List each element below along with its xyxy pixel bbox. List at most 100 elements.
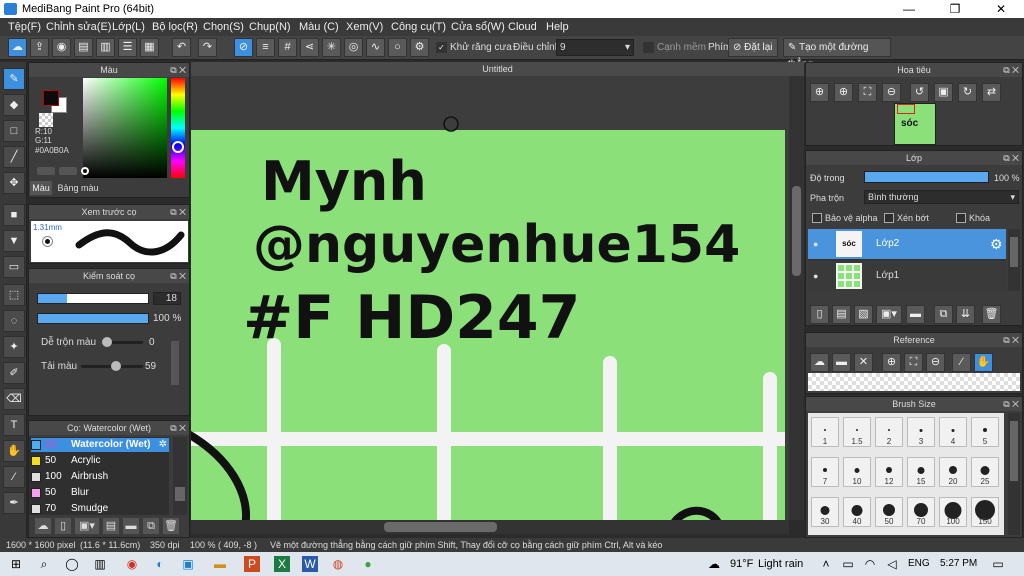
parallel-snap-icon[interactable]: ≡ (256, 38, 275, 57)
layer-row-lop1[interactable]: ● Lớp1 (808, 261, 1006, 291)
panel-buttons-icon[interactable]: ⧉ ✕ (1003, 151, 1019, 165)
brush-size-cell[interactable]: 1 (811, 417, 839, 447)
widgets-icon[interactable]: ▥ (92, 556, 108, 572)
curve-snap-icon[interactable]: ∿ (366, 38, 385, 57)
close-icon[interactable]: ✕ (854, 353, 873, 372)
layer-opacity-slider[interactable] (864, 171, 989, 183)
brush-size-cell[interactable]: 3 (907, 417, 935, 447)
layer-window-icon[interactable]: ▤ (74, 38, 93, 57)
brush-opacity-slider[interactable] (37, 313, 149, 324)
comment-icon[interactable]: ◉ (52, 38, 71, 57)
move-tool-icon[interactable]: ✥ (3, 172, 25, 194)
chevron-up-icon[interactable]: ˄ (818, 556, 834, 572)
open-folder-icon[interactable]: ▬ (832, 353, 851, 372)
panel-buttons-icon[interactable]: ⧉ ✕ (170, 269, 186, 283)
chrome-icon[interactable]: ◍ (330, 556, 346, 572)
close-button[interactable]: ✕ (978, 0, 1024, 18)
snap-off-icon[interactable]: ⊘ (234, 38, 253, 57)
search-icon[interactable]: ⌕ (36, 556, 52, 572)
line-tool-icon[interactable]: ╱ (3, 146, 25, 168)
document-tab[interactable]: Untitled (191, 62, 804, 76)
brush-size-slider[interactable] (37, 293, 149, 304)
tab-palette[interactable]: Bảng màu (54, 181, 102, 195)
menu-select[interactable]: Chọn(S) (203, 21, 244, 33)
menu-file[interactable]: Tệp(F) (8, 21, 41, 33)
eyedropper-tool-icon[interactable]: ⁄ (3, 466, 25, 488)
hue-cursor[interactable] (172, 141, 184, 153)
brush-settings-icon[interactable]: ▤ (103, 518, 119, 534)
brush-tool-icon[interactable]: ✎ (3, 68, 25, 90)
brush-size-cell[interactable]: 40 (843, 497, 871, 527)
add-color-button[interactable] (37, 167, 55, 175)
brush-size-cell[interactable]: 20 (939, 457, 967, 487)
radial-snap-icon[interactable]: ✳ (322, 38, 341, 57)
cloud-brush-icon[interactable]: ☁ (35, 518, 51, 534)
hand-tool-icon[interactable]: ✋ (3, 440, 25, 462)
canvas-viewport[interactable]: Mynh @nguyenhue154 #F HD247 (191, 76, 789, 520)
brush-size-cell[interactable]: 2 (875, 417, 903, 447)
panel-buttons-icon[interactable]: ⧉ ✕ (1003, 63, 1019, 77)
magic-wand-tool-icon[interactable]: ✦ (3, 336, 25, 358)
vanish-snap-icon[interactable]: ⋖ (300, 38, 319, 57)
new-vector-layer-icon[interactable]: ▧ (854, 305, 873, 324)
clipping-checkbox[interactable] (884, 213, 894, 223)
brush-item-watercolor[interactable]: 18 Watercolor (Wet) ✲ (31, 438, 169, 452)
task-view-icon[interactable]: ◯ (64, 556, 80, 572)
word-icon[interactable]: W (302, 556, 318, 572)
weather-icon[interactable]: ☁ (706, 556, 722, 572)
brush-size-cell[interactable]: 100 (939, 497, 967, 527)
menu-help[interactable]: Help (546, 21, 569, 33)
brush-list-scrollbar[interactable] (173, 437, 187, 515)
trash-icon[interactable]: 🗑 (982, 305, 1001, 324)
menu-window[interactable]: Cửa sổ(W) (451, 21, 505, 33)
lasso-tool-icon[interactable]: ◌ (3, 310, 25, 332)
protect-alpha-checkbox[interactable] (812, 213, 822, 223)
menu-tools[interactable]: Công cụ(T) (391, 21, 446, 33)
brush-size-value[interactable]: 18 (153, 292, 181, 305)
rotate-left-icon[interactable]: ↺ (910, 83, 929, 102)
pen-tool-icon[interactable]: ✒ (3, 492, 25, 514)
brush-size-cell[interactable]: 25 (971, 457, 999, 487)
notification-icon[interactable]: ▭ (990, 556, 1006, 572)
select-pen-tool-icon[interactable]: ✐ (3, 362, 25, 384)
blend-slider[interactable] (102, 337, 143, 347)
rotate-right-icon[interactable]: ↻ (958, 83, 977, 102)
brush-item-smudge[interactable]: 70 Smudge (31, 502, 165, 515)
eye-icon[interactable]: ● (813, 239, 818, 249)
settings-snap-icon[interactable]: ⚙ (410, 38, 429, 57)
zoom-in-alt-icon[interactable]: ⊕ (834, 83, 853, 102)
circle-snap-icon[interactable]: ○ (388, 38, 407, 57)
layer-blend-select[interactable]: Bình thường ▾ (864, 190, 1019, 204)
cloud-icon[interactable]: ☁ (810, 353, 829, 372)
foreground-color-swatch[interactable] (43, 90, 59, 106)
clock[interactable]: 5:27 PM (940, 558, 977, 569)
eye-icon[interactable]: ● (813, 271, 818, 281)
undo-icon[interactable]: ↶ (172, 38, 191, 57)
brush-item-acrylic[interactable]: 50 Acrylic (31, 454, 165, 468)
transparent-swatch[interactable] (39, 113, 53, 127)
menu-view[interactable]: Xem(V) (346, 21, 383, 33)
layer-row-lop2[interactable]: ● sóc Lớp2 ⚙ (808, 229, 1006, 259)
eraser-tool-icon[interactable]: ◆ (3, 94, 25, 116)
maximize-button[interactable]: ❐ (932, 0, 978, 18)
cross-snap-icon[interactable]: # (278, 38, 297, 57)
brush-size-cell[interactable]: 30 (811, 497, 839, 527)
add-layer-dropdown-icon[interactable]: ▣▾ (876, 305, 902, 324)
remove-color-button[interactable] (59, 167, 77, 175)
eyedropper-icon[interactable]: ⁄ (952, 353, 971, 372)
excel-icon[interactable]: X (274, 556, 290, 572)
text-tool-icon[interactable]: T (3, 414, 25, 436)
share-icon[interactable]: ⇪ (30, 38, 49, 57)
wifi-icon[interactable]: ◠ (862, 556, 878, 572)
brush-size-cell[interactable]: 50 (875, 497, 903, 527)
paint-amount-slider[interactable] (81, 361, 143, 371)
powerpoint-icon[interactable]: P (244, 556, 260, 572)
brush-size-cell[interactable]: 70 (907, 497, 935, 527)
brush-size-cell[interactable]: 15 (907, 457, 935, 487)
gradient-tool-icon[interactable]: ▭ (3, 256, 25, 278)
duplicate-layer-icon[interactable]: ⧉ (934, 305, 953, 324)
tab-color[interactable]: Màu (30, 181, 52, 195)
brush-size-cell[interactable]: 4 (939, 417, 967, 447)
layer-scrollbar[interactable] (1008, 229, 1020, 291)
panel-buttons-icon[interactable]: ⧉ ✕ (170, 205, 186, 219)
